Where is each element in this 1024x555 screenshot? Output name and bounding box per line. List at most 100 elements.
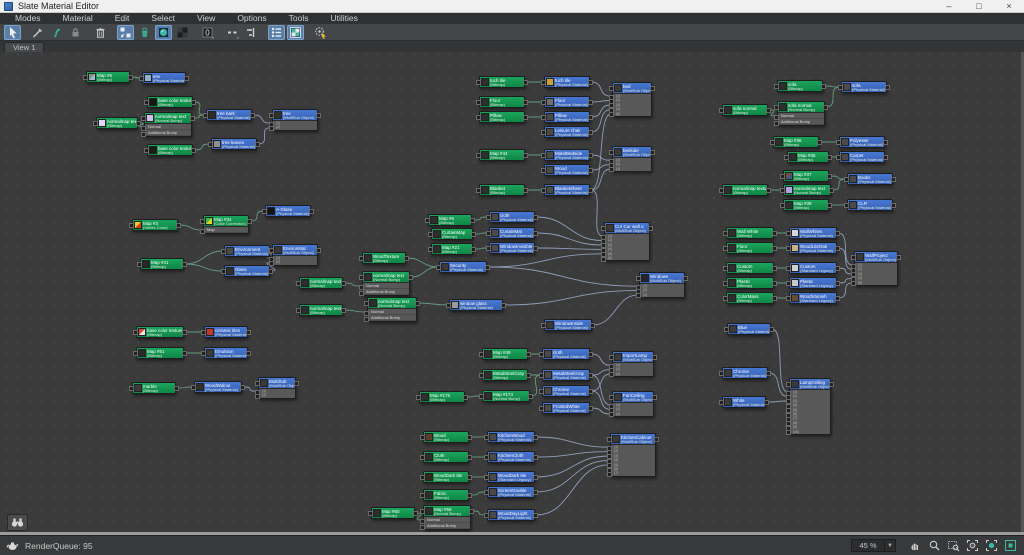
map-node[interactable]: Map #3 (Vertex Color)	[129, 219, 181, 231]
node-header[interactable]: Windows (MultiSub Object)	[636, 273, 688, 283]
map-node[interactable]: Map #58 (Normal Bump) Normal Additional Bum…	[420, 505, 474, 530]
layout-children-button[interactable]	[243, 25, 260, 40]
map-node[interactable]: Map #35 (Bitmap)	[784, 151, 832, 163]
map-node[interactable]: Map #174 (Normal Bump)	[479, 390, 533, 402]
node-header[interactable]: Blue (Physical Material)	[724, 324, 774, 334]
node-header[interactable]: Pillow (Physical Material)	[541, 112, 593, 122]
node-header[interactable]: Fabric (Bitmap)	[420, 490, 472, 500]
menu-item-utilities[interactable]: Utilities	[319, 13, 368, 24]
map-node[interactable]: Wall White (Bitmap)	[723, 227, 777, 239]
node-input-row[interactable]: Additional Bump	[420, 523, 470, 530]
map-node[interactable]: Floor (Bitmap)	[723, 242, 777, 254]
map-node[interactable]: normalmap texture(Bitmap)	[719, 184, 771, 196]
node-slot[interactable]: (7)	[607, 471, 655, 478]
material-node[interactable]: window glass (Physical Material)	[446, 299, 506, 311]
node-header[interactable]: Books (Physical Material)	[844, 174, 896, 184]
node-header[interactable]: Security (Physical Material)	[436, 262, 490, 272]
zoom-extents-selected-button[interactable]	[984, 538, 999, 553]
node-header[interactable]: MetalSteelGray (Bitmap)	[479, 370, 531, 380]
node-header[interactable]: base color texture (Bitmap)	[144, 97, 196, 107]
node-slot[interactable]: (2)	[269, 125, 317, 132]
node-header[interactable]: ceramic tiles (Physical Material)	[201, 327, 251, 337]
multisub-material-node[interactable]: EnvironMat (MultiSub Object) (1) (2)	[269, 244, 321, 267]
map-node[interactable]: normalmap text (Normal Bump) Normal Additio…	[359, 271, 413, 296]
node-header[interactable]: marble (Bitmap)	[129, 383, 179, 393]
node-input-row[interactable]: Additional Bump	[774, 119, 824, 126]
zoom-percent-dropdown[interactable]: ▼	[885, 539, 896, 552]
node-header[interactable]: Map #44 (Bitmap)	[476, 150, 528, 160]
node-header[interactable]: A-Glass (Physical Material)	[262, 206, 314, 216]
node-header[interactable]: sofa (Bitmap)	[774, 81, 826, 91]
node-header[interactable]: normalmap texture(Bitmap)	[719, 185, 771, 195]
map-node[interactable]: Cloth (Bitmap)	[420, 451, 472, 463]
multisub-material-node[interactable]: KitchenCabinet (MultiSub Object) (1) (2) (3)…	[607, 433, 659, 478]
node-header[interactable]: FrostedWhite (Physical Material)	[539, 403, 593, 413]
node-header[interactable]: WoodDark tile (Bitmap)	[420, 472, 472, 482]
map-node[interactable]: CurtainMap (Bitmap)	[428, 228, 476, 240]
map-node[interactable]: sofa normal (Normal Bump) Normal Additional…	[774, 101, 828, 126]
material-node[interactable]: WoodDark tile (Standard Legacy)	[484, 471, 538, 483]
map-node[interactable]: Map #41 (Bitmap)	[137, 258, 187, 270]
material-node[interactable]: env (Physical Material)	[139, 72, 189, 84]
select-arrow-button[interactable]	[4, 24, 21, 40]
node-header[interactable]: Glass (Physical Material)	[221, 266, 273, 276]
zoom-region-button[interactable]	[946, 538, 961, 553]
node-header[interactable]: ImportLamp (MultiSub Object)	[609, 352, 657, 362]
lock-button[interactable]	[67, 25, 84, 40]
material-node[interactable]: Polyester (Physical Material)	[836, 136, 888, 148]
hide-unused-nodeslots-button[interactable]	[136, 25, 153, 40]
node-header[interactable]: tuch tile (Physical Material)	[541, 77, 593, 87]
node-header[interactable]: WoodDark tile (Standard Legacy)	[484, 472, 538, 482]
node-slot[interactable]: (3)	[609, 372, 653, 379]
menu-item-select[interactable]: Select	[140, 13, 186, 24]
map-node[interactable]: Map #21 (Bitmap)	[428, 243, 476, 255]
node-header[interactable]: sofa (Physical Material)	[838, 82, 890, 92]
node-header[interactable]: WindowInvisible (Physical Material)	[486, 243, 538, 253]
map-node[interactable]: tuch tile (Bitmap)	[476, 76, 528, 88]
node-header[interactable]: WoodWalnut (Physical Material)	[191, 382, 245, 392]
map-node[interactable]: Custom (Bitmap)	[723, 262, 777, 274]
node-slot[interactable]: (2)	[255, 393, 295, 400]
node-header[interactable]: KitchenWood (Physical Material)	[484, 432, 538, 442]
material-node[interactable]: Environment (Physical Material)	[221, 245, 273, 257]
node-header[interactable]: Map #35 (Bitmap)	[784, 152, 832, 162]
multisub-material-node[interactable]: LampCeiling (MultiSub Object) (1) (2) (3) (4)…	[786, 378, 834, 436]
node-header[interactable]: WoodLiteOak (Physical Material)	[786, 243, 840, 253]
node-header[interactable]: Map #6 (Bitmap)	[425, 215, 475, 225]
node-header[interactable]: Map #41 (Bitmap)	[137, 259, 187, 269]
node-header[interactable]: WoodTexture (Bitmap)	[359, 253, 409, 263]
node-header[interactable]: Plastic (Bitmap)	[723, 278, 777, 288]
material-node[interactable]: FrostedWhite (Physical Material)	[539, 402, 593, 414]
pan-to-selected-button[interactable]	[1003, 538, 1018, 553]
material-node[interactable]: Carpet (Physical Material)	[836, 151, 888, 163]
material-node[interactable]: MetalSteelGray (Physical Material)	[539, 369, 593, 381]
node-header[interactable]: Map #175 (Bitmap)	[416, 392, 468, 402]
node-input-row[interactable]: Additional Bump	[141, 130, 191, 137]
node-header[interactable]: Polyester (Physical Material)	[836, 137, 888, 147]
node-header[interactable]: Emulsion (Physical Material)	[201, 348, 251, 358]
node-slot[interactable]: (3)	[609, 167, 651, 174]
material-node[interactable]: cloth (Physical Material)	[539, 348, 593, 360]
node-input-row[interactable]: Map	[200, 227, 248, 234]
multisub-material-node[interactable]: ImportLamp (MultiSub Object) (1) (2) (3)	[609, 351, 657, 379]
map-node[interactable]: normalmap text (Normal Bump)	[780, 184, 834, 196]
node-header[interactable]: Custom (Standard Legacy)	[786, 263, 840, 273]
material-node[interactable]: ScreenDouble (Physical Material)	[484, 486, 538, 498]
node-header[interactable]: Leisure chair (Physical Material)	[541, 127, 593, 137]
node-header[interactable]: Map #36 (Bitmap)	[770, 137, 822, 147]
map-node[interactable]: Map #60 (Bitmap)	[368, 507, 418, 519]
node-header[interactable]: sofa normal (Normal Bump)	[774, 102, 828, 112]
material-node[interactable]: CLR (Physical Material)	[844, 199, 896, 211]
map-node[interactable]: Map #51 (Bitmap)	[133, 347, 187, 359]
material-node[interactable]: Floor (Physical Material)	[541, 96, 593, 108]
node-header[interactable]: Plastic (Standard Legacy)	[786, 278, 840, 288]
zoom-percent-value[interactable]: 45 %	[851, 539, 885, 552]
map-node[interactable]: normalmap texture(Bitmap)	[296, 304, 346, 316]
node-header[interactable]: MultiSub(MultiSub Object)	[255, 378, 299, 388]
node-header[interactable]: normalmap text (Normal Bump)	[364, 298, 420, 308]
multisub-material-node[interactable]: Windows (MultiSub Object) (1) (2) (3)	[636, 272, 688, 300]
material-node[interactable]: tree bark (Physical Material)	[203, 109, 255, 121]
node-header[interactable]: sofa normal (Bitmap)	[719, 105, 771, 115]
node-header[interactable]: Map #60 (Bitmap)	[368, 508, 418, 518]
map-node[interactable]: WoodTexture (Bitmap)	[359, 252, 409, 264]
